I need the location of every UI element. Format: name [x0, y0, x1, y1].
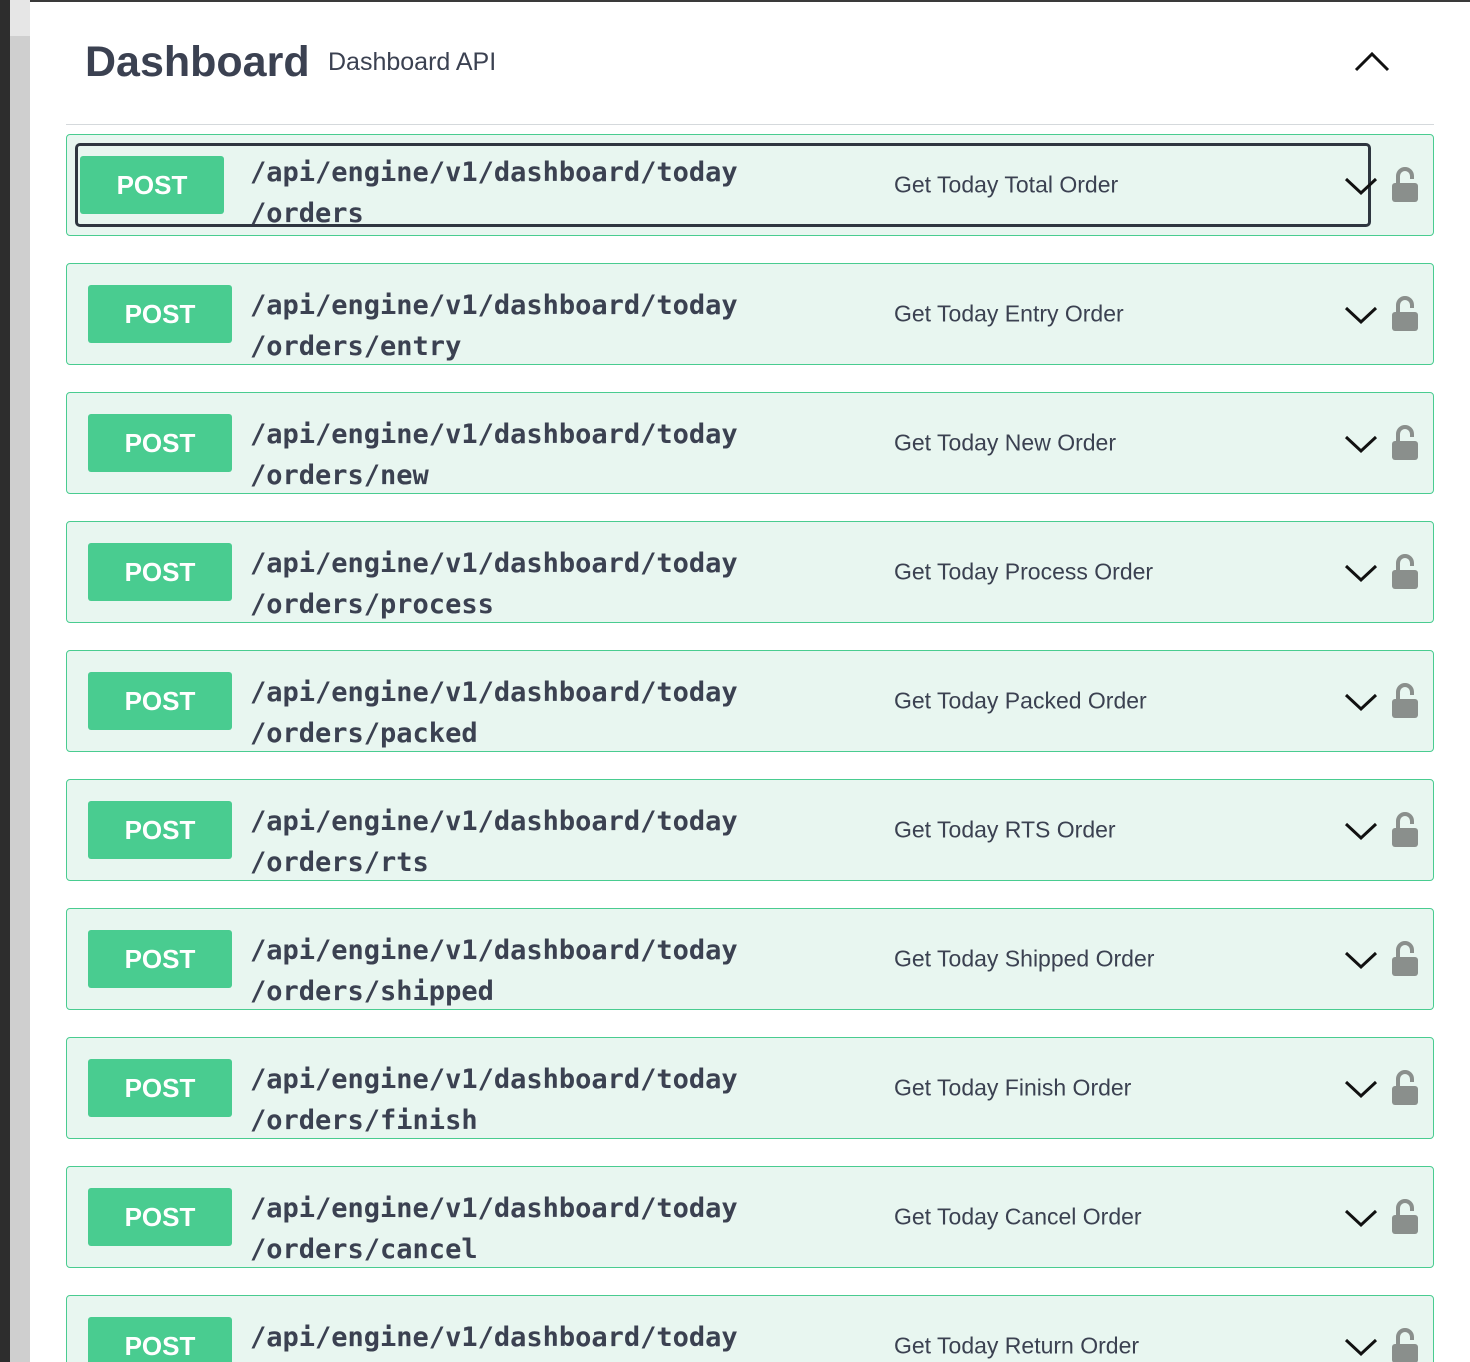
chevron-down-icon[interactable] — [1344, 560, 1378, 584]
operation-summary[interactable]: POST/api/engine/v1/dashboard/today /orde… — [75, 143, 1378, 229]
endpoint-path: /api/engine/v1/dashboard/today /orders/p… — [250, 677, 738, 749]
operation-description: Get Today Cancel Order — [894, 1203, 1142, 1230]
endpoint-path: /api/engine/v1/dashboard/today /orders/p… — [250, 548, 738, 620]
endpoint-path: /api/engine/v1/dashboard/today /orders/r… — [250, 1322, 738, 1353]
method-badge: POST — [88, 414, 232, 472]
endpoint-path: /api/engine/v1/dashboard/today /orders/f… — [250, 1064, 738, 1136]
chevron-down-icon[interactable] — [1344, 431, 1378, 455]
operations-list: POST/api/engine/v1/dashboard/today /orde… — [66, 134, 1434, 1362]
operation-row[interactable]: POST/api/engine/v1/dashboard/today /orde… — [66, 392, 1434, 494]
operation-description: Get Today Return Order — [894, 1332, 1140, 1359]
operation-description: Get Today Finish Order — [894, 1074, 1132, 1101]
unlock-icon[interactable] — [1391, 425, 1419, 461]
method-badge: POST — [88, 930, 232, 988]
unlock-icon[interactable] — [1391, 1328, 1419, 1362]
unlock-icon[interactable] — [1391, 167, 1419, 203]
operation-description: Get Today Process Order — [894, 558, 1154, 585]
endpoint-path: /api/engine/v1/dashboard/today /orders/n… — [250, 419, 738, 491]
swagger-content: Dashboard Dashboard API POST/api/engine/… — [30, 2, 1470, 1362]
operation-row[interactable]: POST/api/engine/v1/dashboard/today /orde… — [66, 779, 1434, 881]
operation-description: Get Today Packed Order — [894, 687, 1147, 714]
unlock-icon[interactable] — [1391, 941, 1419, 977]
chevron-down-icon[interactable] — [1344, 947, 1378, 971]
operation-row[interactable]: POST/api/engine/v1/dashboard/today /orde… — [66, 650, 1434, 752]
endpoint-path: /api/engine/v1/dashboard/today /orders — [250, 157, 738, 229]
chevron-down-icon[interactable] — [1344, 689, 1378, 713]
operation-description: Get Today Total Order — [894, 171, 1119, 198]
method-badge: POST — [88, 1059, 232, 1117]
operation-summary[interactable]: POST/api/engine/v1/dashboard/today /orde… — [75, 659, 1378, 749]
method-badge: POST — [88, 1188, 232, 1246]
operation-description: Get Today Shipped Order — [894, 945, 1155, 972]
operation-row[interactable]: POST/api/engine/v1/dashboard/today /orde… — [66, 134, 1434, 236]
operation-summary[interactable]: POST/api/engine/v1/dashboard/today /orde… — [75, 917, 1378, 1007]
unlock-icon[interactable] — [1391, 1199, 1419, 1235]
tag-description: Dashboard API — [328, 48, 497, 76]
operation-row[interactable]: POST/api/engine/v1/dashboard/today /orde… — [66, 1037, 1434, 1139]
tag-title[interactable]: Dashboard — [85, 38, 310, 86]
operation-summary[interactable]: POST/api/engine/v1/dashboard/today /orde… — [75, 1175, 1378, 1265]
endpoint-path: /api/engine/v1/dashboard/today /orders/r… — [250, 806, 738, 878]
operation-row[interactable]: POST/api/engine/v1/dashboard/today /orde… — [66, 521, 1434, 623]
method-badge: POST — [88, 285, 232, 343]
operation-row[interactable]: POST/api/engine/v1/dashboard/today /orde… — [66, 263, 1434, 365]
operation-summary[interactable]: POST/api/engine/v1/dashboard/today /orde… — [75, 272, 1378, 362]
operation-summary[interactable]: POST/api/engine/v1/dashboard/today /orde… — [75, 1046, 1378, 1136]
unlock-icon[interactable] — [1391, 1070, 1419, 1106]
unlock-icon[interactable] — [1391, 296, 1419, 332]
chevron-down-icon[interactable] — [1344, 173, 1378, 197]
operation-description: Get Today Entry Order — [894, 300, 1124, 327]
tag-section-header[interactable]: Dashboard Dashboard API — [66, 2, 1434, 125]
operation-summary[interactable]: POST/api/engine/v1/dashboard/today /orde… — [75, 1304, 1378, 1362]
operation-row[interactable]: POST/api/engine/v1/dashboard/today /orde… — [66, 1166, 1434, 1268]
operation-description: Get Today New Order — [894, 429, 1117, 456]
operation-summary[interactable]: POST/api/engine/v1/dashboard/today /orde… — [75, 788, 1378, 878]
method-badge: POST — [88, 543, 232, 601]
chevron-up-icon[interactable] — [1352, 44, 1392, 80]
chevron-down-icon[interactable] — [1344, 818, 1378, 842]
method-badge: POST — [88, 801, 232, 859]
chevron-down-icon[interactable] — [1344, 1205, 1378, 1229]
endpoint-path: /api/engine/v1/dashboard/today /orders/e… — [250, 290, 738, 362]
operation-summary[interactable]: POST/api/engine/v1/dashboard/today /orde… — [75, 401, 1378, 491]
operation-description: Get Today RTS Order — [894, 816, 1116, 843]
endpoint-path: /api/engine/v1/dashboard/today /orders/c… — [250, 1193, 738, 1265]
method-badge: POST — [80, 156, 224, 214]
unlock-icon[interactable] — [1391, 812, 1419, 848]
left-scrollbar[interactable] — [10, 0, 30, 1362]
operation-summary[interactable]: POST/api/engine/v1/dashboard/today /orde… — [75, 530, 1378, 620]
operation-row[interactable]: POST/api/engine/v1/dashboard/today /orde… — [66, 1295, 1434, 1362]
chevron-down-icon[interactable] — [1344, 1076, 1378, 1100]
unlock-icon[interactable] — [1391, 554, 1419, 590]
unlock-icon[interactable] — [1391, 683, 1419, 719]
endpoint-path: /api/engine/v1/dashboard/today /orders/s… — [250, 935, 738, 1007]
chevron-down-icon[interactable] — [1344, 1334, 1378, 1358]
operation-row[interactable]: POST/api/engine/v1/dashboard/today /orde… — [66, 908, 1434, 1010]
chevron-down-icon[interactable] — [1344, 302, 1378, 326]
method-badge: POST — [88, 672, 232, 730]
window-edge — [0, 0, 10, 1362]
method-badge: POST — [88, 1317, 232, 1362]
